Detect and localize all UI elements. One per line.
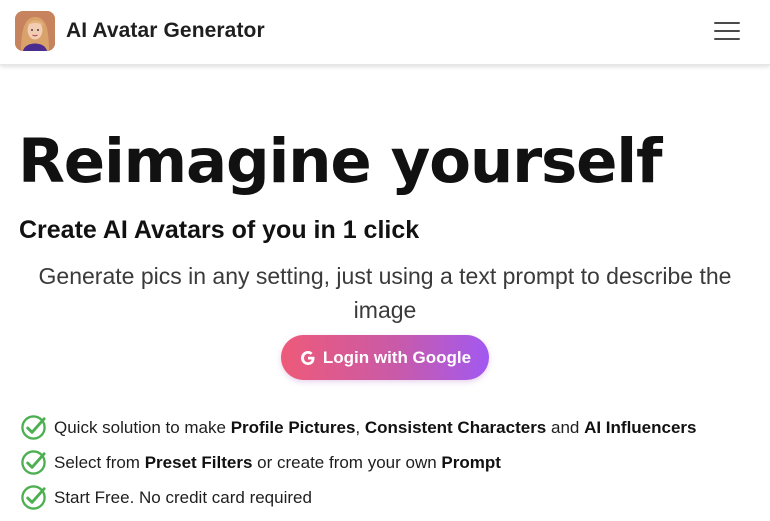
feature-item: Start Free. No credit card required: [20, 480, 760, 515]
hero-subtitle: Create AI Avatars of you in 1 click: [19, 216, 420, 244]
hero-description: Generate pics in any setting, just using…: [38, 263, 732, 323]
check-circle-icon: [21, 415, 46, 440]
feature-text: Start Free. No credit card required: [54, 487, 312, 507]
login-with-google-label: Login with Google: [322, 347, 472, 367]
feature-item: Quick solution to make Profile Pictures,…: [20, 410, 760, 445]
check-circle-icon: [21, 485, 46, 510]
login-with-google-button[interactable]: Login with Google: [281, 335, 489, 380]
google-g-icon: [299, 349, 317, 367]
feature-text: Select from Preset Filters or create fro…: [54, 452, 501, 472]
feature-item: Select from Preset Filters or create fro…: [20, 445, 760, 480]
feature-text: Quick solution to make Profile Pictures,…: [54, 417, 697, 437]
check-circle-icon: [21, 450, 46, 475]
avatar-logo-icon[interactable]: [15, 11, 55, 51]
hamburger-menu-icon[interactable]: [712, 19, 742, 43]
feature-list: Quick solution to make Profile Pictures,…: [20, 410, 760, 515]
app-title[interactable]: AI Avatar Generator: [66, 19, 265, 43]
hero-title: Reimagine yourself: [18, 126, 662, 197]
top-navbar: AI Avatar Generator: [0, 0, 770, 65]
